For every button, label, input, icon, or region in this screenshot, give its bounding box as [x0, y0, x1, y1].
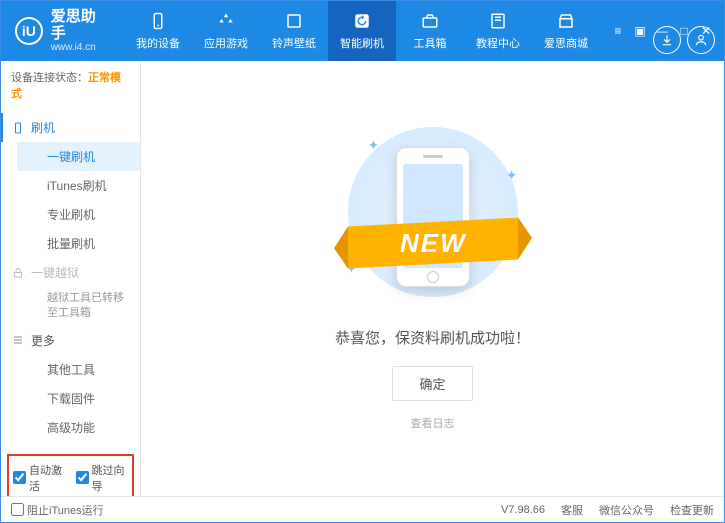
jailbreak-note: 越狱工具已转移至工具箱	[17, 287, 140, 326]
nav-my-device[interactable]: 我的设备	[124, 1, 192, 61]
version-label: V7.98.66	[501, 504, 545, 516]
main-content: ✦ ✦ ✦ NEW 恭喜您，保资料刷机成功啦！ 确定 查看日志	[141, 61, 724, 496]
auto-activate-checkbox[interactable]: 自动激活	[13, 462, 66, 494]
nav-label: 教程中心	[476, 35, 520, 51]
success-illustration: ✦ ✦ ✦ NEW	[338, 127, 528, 307]
nav-label: 我的设备	[136, 35, 180, 51]
menu-icon[interactable]: ≡	[610, 23, 626, 39]
list-icon	[11, 333, 25, 347]
app-window: iU 爱思助手 www.i4.cn 我的设备 应用游戏 铃声壁纸 智能刷机	[0, 0, 725, 523]
options-highlight-box: 自动激活 跳过向导	[7, 454, 134, 496]
sidebar-item-itunes-flash[interactable]: iTunes刷机	[17, 171, 140, 200]
nav-store[interactable]: 爱思商城	[532, 1, 600, 61]
phone-icon	[148, 11, 168, 31]
logo-area: iU 爱思助手 www.i4.cn	[1, 9, 124, 53]
view-log-link[interactable]: 查看日志	[411, 415, 455, 431]
sidebar-item-download-firmware[interactable]: 下载固件	[17, 384, 140, 413]
sidebar-item-other-tools[interactable]: 其他工具	[17, 355, 140, 384]
app-url: www.i4.cn	[51, 42, 110, 53]
logo-icon: iU	[15, 17, 43, 45]
wechat-link[interactable]: 微信公众号	[599, 502, 654, 518]
download-icon[interactable]	[653, 26, 681, 54]
refresh-icon	[352, 11, 372, 31]
wallpaper-icon	[284, 11, 304, 31]
store-icon	[556, 11, 576, 31]
tree-more-header[interactable]: 更多	[1, 326, 140, 355]
phone-illustration	[396, 147, 470, 287]
sidebar-item-advanced[interactable]: 高级功能	[17, 413, 140, 442]
toolbox-icon	[420, 11, 440, 31]
book-icon	[488, 11, 508, 31]
block-itunes-checkbox[interactable]: 阻止iTunes运行	[11, 502, 104, 518]
connection-status: 设备连接状态：正常模式	[1, 61, 140, 109]
nav-label: 爱思商城	[544, 35, 588, 51]
apps-icon	[216, 11, 236, 31]
sidebar-item-batch-flash[interactable]: 批量刷机	[17, 229, 140, 258]
lock-icon	[11, 266, 25, 280]
nav-ringtones[interactable]: 铃声壁纸	[260, 1, 328, 61]
skip-guide-checkbox[interactable]: 跳过向导	[76, 462, 129, 494]
new-ribbon: NEW	[348, 217, 518, 268]
sparkle-icon: ✦	[506, 167, 518, 184]
sidebar-item-pro-flash[interactable]: 专业刷机	[17, 200, 140, 229]
support-link[interactable]: 客服	[561, 502, 583, 518]
nav-label: 工具箱	[414, 35, 447, 51]
tree-jailbreak-header: 一键越狱	[1, 258, 140, 287]
sidebar: 设备连接状态：正常模式 刷机 一键刷机 iTunes刷机 专业刷机 批量刷机 一…	[1, 61, 141, 496]
phone-icon	[11, 121, 25, 135]
user-icon[interactable]	[687, 26, 715, 54]
app-title: 爱思助手	[51, 9, 110, 42]
sparkle-icon: ✦	[368, 137, 380, 154]
tree-flash-header[interactable]: 刷机	[1, 113, 140, 142]
sidebar-item-oneclick-flash[interactable]: 一键刷机	[17, 142, 140, 171]
nav-toolbox[interactable]: 工具箱	[396, 1, 464, 61]
footer: 阻止iTunes运行 V7.98.66 客服 微信公众号 检查更新	[1, 496, 724, 522]
nav-apps[interactable]: 应用游戏	[192, 1, 260, 61]
check-update-link[interactable]: 检查更新	[670, 502, 714, 518]
success-message: 恭喜您，保资料刷机成功啦！	[335, 327, 530, 348]
skin-icon[interactable]: ▣	[632, 23, 648, 39]
nav-label: 智能刷机	[340, 35, 384, 51]
ok-button[interactable]: 确定	[392, 366, 472, 401]
main-nav: 我的设备 应用游戏 铃声壁纸 智能刷机 工具箱 教程中心	[124, 1, 600, 61]
titlebar: iU 爱思助手 www.i4.cn 我的设备 应用游戏 铃声壁纸 智能刷机	[1, 1, 724, 61]
nav-tutorials[interactable]: 教程中心	[464, 1, 532, 61]
nav-flash[interactable]: 智能刷机	[328, 1, 396, 61]
nav-label: 铃声壁纸	[272, 35, 316, 51]
nav-label: 应用游戏	[204, 35, 248, 51]
